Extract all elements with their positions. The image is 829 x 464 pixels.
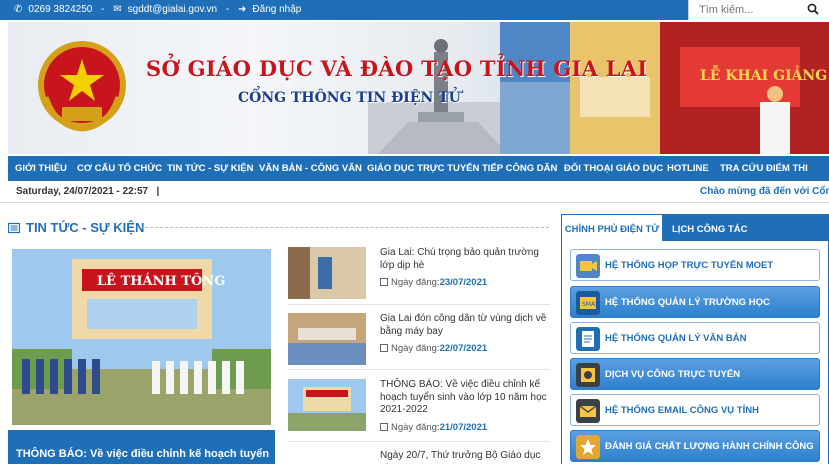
service-link-danh-gia-chat-luong[interactable]: ĐÁNH GIÁ CHẤT LƯỢNG HÀNH CHÍNH CÔNG <box>570 430 820 462</box>
nav-item-doi-thoai-giao-duc[interactable]: ĐỐI THOẠI GIÁO DỤC <box>564 163 663 174</box>
quality-assessment-icon <box>576 435 600 459</box>
main-nav: GIỚI THIỆU CƠ CẤU TỔ CHỨC TIN TỨC - SỰ K… <box>8 156 829 181</box>
contact-info: ✆ 0269 3824250 - ✉ sgddt@gialai.gov.vn - ➜… <box>14 4 307 15</box>
news-title[interactable]: Gia Lai: Chú trọng bảo quản trường lớp d… <box>380 247 550 272</box>
tab-chinh-phu-dien-tu[interactable]: CHÍNH PHỦ ĐIỆN TỬ <box>562 215 662 241</box>
document-management-icon <box>576 327 600 351</box>
news-title[interactable]: Gia Lai đón công dân từ vùng dịch về bằn… <box>380 313 550 338</box>
news-section-title[interactable]: TIN TỨC - SỰ KIỆN <box>26 220 144 235</box>
svg-text:SMAS: SMAS <box>582 301 599 308</box>
news-separator <box>288 369 550 370</box>
news-thumbnail[interactable] <box>288 379 366 431</box>
news-title[interactable]: Ngày 20/7, Thứ trưởng Bộ Giáo dục và <box>380 450 550 464</box>
nav-item-tiep-cong-dan[interactable]: TIẾP CÔNG DÂN <box>482 163 557 174</box>
service-link-quan-ly-truong-hoc[interactable]: SMAS HỆ THỐNG QUẢN LÝ TRƯỜNG HỌC <box>570 286 820 318</box>
online-service-icon <box>576 363 600 387</box>
national-emblem-logo[interactable] <box>36 37 128 137</box>
newspaper-icon <box>8 222 20 234</box>
top-bar: ✆ 0269 3824250 - ✉ sgddt@gialai.gov.vn - ➜… <box>0 0 829 20</box>
nav-item-hotline[interactable]: HOTLINE <box>667 163 709 174</box>
mail-icon: ✉ <box>113 4 122 15</box>
featured-news-image[interactable]: LÊ THÁNH TÔNG <box>12 249 271 425</box>
login-link[interactable]: Đăng nhập <box>252 4 301 15</box>
service-link-hop-truc-tuyen[interactable]: HỆ THỐNG HỌP TRỰC TUYẾN MOET <box>570 249 820 281</box>
nav-item-gioi-thieu[interactable]: GIỚI THIỆU <box>15 163 67 174</box>
monument-image <box>368 39 518 154</box>
news-thumbnail[interactable] <box>288 247 366 299</box>
panel-tabs: CHÍNH PHỦ ĐIỆN TỬ LỊCH CÔNG TÁC <box>562 215 829 241</box>
phone-icon: ✆ <box>14 4 23 15</box>
email-address[interactable]: sgddt@gialai.gov.vn <box>128 4 217 15</box>
service-link-dich-vu-cong[interactable]: DỊCH VỤ CÔNG TRỰC TUYẾN <box>570 358 820 390</box>
news-separator <box>288 441 550 442</box>
phone-number[interactable]: 0269 3824250 <box>28 4 92 15</box>
nav-item-tra-cuu-diem-thi[interactable]: TRA CỨU ĐIỂM THI <box>720 163 808 174</box>
email-icon <box>576 399 600 423</box>
service-link-quan-ly-van-ban[interactable]: HỆ THỐNG QUẢN LÝ VĂN BẢN <box>570 322 820 354</box>
current-datetime: Saturday, 24/07/2021 - 22:57 | <box>16 186 160 197</box>
news-separator <box>288 304 550 305</box>
svg-text:LÊ THÁNH TÔNG: LÊ THÁNH TÔNG <box>97 272 225 289</box>
news-date: Ngày đăng:22/07/2021 <box>380 343 487 354</box>
section-divider <box>140 227 549 228</box>
news-date: Ngày đăng:23/07/2021 <box>380 277 487 288</box>
news-thumbnail[interactable] <box>288 313 366 365</box>
service-link-email-cong-vu[interactable]: HỆ THỐNG EMAIL CÔNG VỤ TỈNH <box>570 394 820 426</box>
date-bar: Saturday, 24/07/2021 - 22:57 | Chào mừng… <box>0 181 829 203</box>
login-icon: ➜ <box>238 4 247 15</box>
news-title[interactable]: THÔNG BÁO: Về việc điều chỉnh kế hoạch t… <box>380 379 550 417</box>
calendar-icon <box>380 344 388 352</box>
nav-item-van-ban-cong-van[interactable]: VĂN BẢN - CÔNG VĂN <box>259 163 362 174</box>
calendar-icon <box>380 423 388 431</box>
header-banner: LỄ KHAI GIẢNG SỞ GIÁO DỤC VÀ ĐÀO TẠO TỈN… <box>8 22 829 154</box>
contact-separator: - <box>225 4 230 15</box>
search-box <box>688 0 829 20</box>
site-title: SỞ GIÁO DỤC VÀ ĐÀO TẠO TỈNH GIA LAI <box>146 56 648 81</box>
search-input[interactable] <box>699 1 809 19</box>
search-icon[interactable] <box>807 3 819 15</box>
tab-lich-cong-tac[interactable]: LỊCH CÔNG TÁC <box>672 215 747 241</box>
site-subtitle: CỔNG THÔNG TIN ĐIỆN TỬ <box>238 90 461 106</box>
welcome-marquee: Chào mừng đã đến với Cổng th <box>700 186 829 197</box>
contact-separator: - <box>101 4 105 15</box>
school-management-icon: SMAS <box>576 291 600 315</box>
calendar-icon <box>380 278 388 286</box>
school-photos-collage: LỄ KHAI GIẢNG <box>500 22 829 154</box>
e-government-panel: CHÍNH PHỦ ĐIỆN TỬ LỊCH CÔNG TÁC HỆ THỐNG… <box>561 214 829 464</box>
nav-item-tin-tuc-su-kien[interactable]: TIN TỨC - SỰ KIỆN <box>167 163 253 174</box>
video-conference-icon <box>576 254 600 278</box>
news-date: Ngày đăng:21/07/2021 <box>380 422 487 433</box>
nav-item-co-cau-to-chuc[interactable]: CƠ CẤU TỔ CHỨC <box>77 163 162 174</box>
nav-item-giao-duc-truc-tuyen[interactable]: GIÁO DỤC TRỰC TUYẾN <box>367 163 479 174</box>
featured-news-title[interactable]: THÔNG BÁO: Về việc điều chỉnh kế hoạch t… <box>8 430 275 464</box>
